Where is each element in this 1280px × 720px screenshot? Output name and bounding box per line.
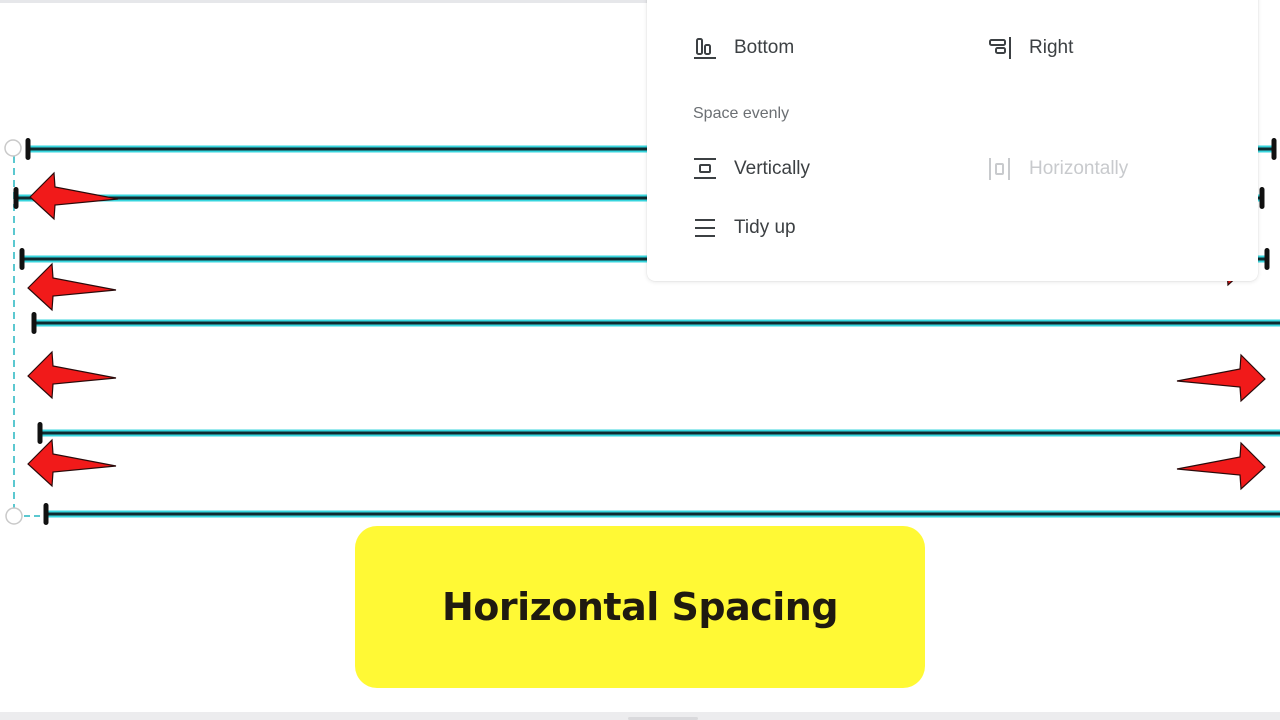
line-endpoint-left[interactable] (13, 187, 19, 209)
menu-item-space-horizontally: Horizontally (987, 156, 1128, 182)
align-bottom-icon (692, 35, 718, 61)
section-label-space-evenly: Space evenly (693, 105, 790, 122)
left-arrow-icon (27, 262, 117, 312)
menu-item-align-bottom[interactable]: Bottom (692, 35, 794, 61)
line-endpoint-right[interactable] (1259, 187, 1265, 209)
left-arrow-icon (29, 171, 119, 221)
caption-text: Horizontal Spacing (441, 585, 839, 629)
canvas-line-6[interactable] (43, 503, 1280, 525)
menu-item-label: Right (1029, 37, 1074, 58)
line-endpoint-left[interactable] (37, 422, 43, 444)
line-endpoint-left[interactable] (31, 312, 37, 334)
menu-item-label: Horizontally (1029, 158, 1129, 179)
menu-item-label: Bottom (734, 37, 795, 58)
canvas-line-4[interactable] (31, 312, 1280, 334)
distribute-vertical-icon (692, 156, 718, 182)
right-arrow-icon (1176, 441, 1266, 491)
line-endpoint-left[interactable] (25, 138, 31, 160)
menu-item-tidy-up[interactable]: Tidy up (692, 215, 796, 241)
left-arrow-icon (27, 438, 117, 488)
canvas-line-5[interactable] (37, 422, 1280, 444)
distribute-horizontal-icon (987, 156, 1013, 182)
menu-item-label: Vertically (734, 158, 811, 179)
tidy-up-icon (692, 215, 718, 241)
selection-handle-top[interactable] (4, 139, 22, 157)
line-endpoint-left[interactable] (43, 503, 49, 525)
align-right-icon (987, 35, 1013, 61)
caption-banner: Horizontal Spacing (355, 526, 925, 688)
line-endpoint-left[interactable] (19, 248, 25, 270)
menu-item-space-vertically[interactable]: Vertically (692, 156, 810, 182)
menu-item-label: Tidy up (734, 217, 796, 238)
position-dropdown-menu: Bottom Right Space evenly Vertically Hor… (647, 0, 1258, 281)
line-endpoint-right[interactable] (1264, 248, 1270, 270)
left-arrow-icon (27, 350, 117, 400)
right-arrow-icon (1176, 353, 1266, 403)
line-endpoint-right[interactable] (1271, 138, 1277, 160)
menu-item-align-right[interactable]: Right (987, 35, 1073, 61)
selection-handle-bottom[interactable] (5, 507, 23, 525)
